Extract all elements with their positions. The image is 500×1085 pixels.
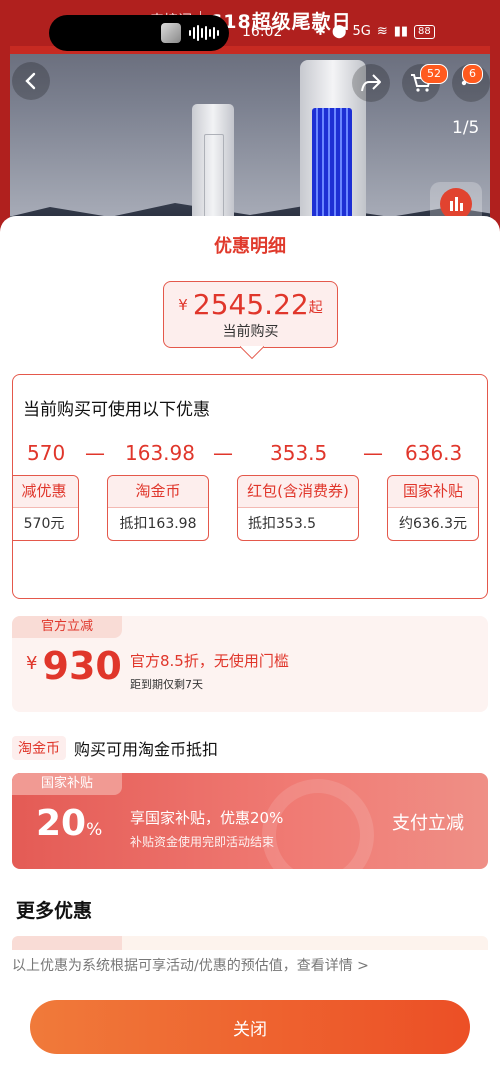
dynamic-island-media[interactable] — [49, 15, 229, 51]
back-button[interactable] — [12, 62, 50, 100]
minus-operator: — — [213, 441, 233, 465]
message-count-badge: 6 — [462, 64, 483, 84]
price-currency: ¥ — [178, 296, 188, 314]
chip-value: 抵扣163.98 — [119, 516, 197, 532]
discount-detail-sheet: 优惠明细 ¥ 2545.22起 当前购买 当前购买可使用以下优惠 570 — 1… — [0, 216, 500, 1085]
wifi-icon: ≋ — [376, 24, 388, 39]
signal-icon: ▮▮ — [393, 24, 409, 39]
status-icons: ✱ ⬤ 5G ≋ ▮▮ 88 — [315, 24, 435, 39]
chip-name: 国家补贴 — [388, 476, 478, 508]
chip-value: 抵扣353.5 — [248, 516, 317, 532]
network-label: 5G — [352, 24, 371, 39]
sheet-title: 优惠明细 — [214, 236, 286, 257]
official-value: 930 — [42, 644, 122, 688]
discount-chips-row: 减优惠 570元 淘金币 抵扣163.98 红包(含消费券) 抵扣353.5 国… — [13, 475, 487, 543]
store-discount-card-peek[interactable] — [12, 936, 488, 950]
chip-subsidy[interactable]: 国家补贴 约636.3元 — [387, 475, 479, 541]
national-subsidy-card[interactable]: 国家补贴 20% 享国家补贴，优惠20% 补贴资金使用完即活动结束 支付立减 — [12, 773, 488, 869]
chip-taojin[interactable]: 淘金币 抵扣163.98 — [107, 475, 209, 541]
chip-value: 约636.3元 — [398, 516, 468, 532]
store-discount-tag — [12, 936, 122, 950]
minus-operator: — — [363, 441, 383, 465]
status-time: 16:02 — [242, 24, 283, 40]
audio-wave-icon — [189, 25, 219, 41]
media-thumbnail — [161, 23, 181, 43]
close-button[interactable]: 关闭 — [30, 1000, 470, 1054]
subsidy-tag: 国家补贴 — [12, 773, 122, 795]
minus-operator: — — [85, 441, 105, 465]
pay-discount-button[interactable]: 支付立减 — [392, 809, 464, 835]
chip-name: 红包(含消费券) — [238, 476, 358, 508]
taojin-tag: 淘金币 — [12, 736, 66, 760]
image-pager: 1/5 — [452, 118, 480, 138]
current-price: ¥ 2545.22起 — [164, 288, 337, 321]
subsidy-note: 补贴资金使用完即活动结束 — [130, 835, 275, 849]
price-suffix: 起 — [308, 300, 323, 316]
price-value: 2545.22 — [192, 288, 309, 321]
estimate-disclaimer-link[interactable]: 以上优惠为系统根据可享活动/优惠的预估值，查看详情 > — [12, 954, 488, 975]
location-icon: ⬤ — [331, 24, 347, 39]
more-discounts-title: 更多优惠 — [16, 900, 93, 922]
official-currency: ¥ — [26, 653, 38, 674]
chip-redpacket[interactable]: 红包(含消费券) 抵扣353.5 — [237, 475, 359, 541]
chip-name: 淘金币 — [108, 476, 208, 508]
panel-heading: 当前购买可使用以下优惠 — [23, 400, 210, 420]
current-price-box: ¥ 2545.22起 当前购买 — [163, 281, 338, 348]
price-label: 当前购买 — [222, 324, 279, 340]
official-tag: 官方立减 — [12, 616, 122, 638]
chip-value: 570元 — [23, 516, 65, 532]
chip-name: 减优惠 — [13, 476, 78, 508]
subsidy-percent: 20% — [36, 803, 102, 844]
amount-redpacket: 353.5 — [270, 441, 328, 465]
chip-reduction[interactable]: 减优惠 570元 — [13, 475, 79, 541]
available-discounts-panel[interactable]: 当前购买可使用以下优惠 570 — 163.98 — 353.5 — 636.3… — [12, 374, 488, 599]
chevron-left-icon — [25, 72, 36, 90]
official-description: 官方8.5折，无使用门槛 — [130, 652, 289, 670]
price-pointer — [240, 346, 264, 362]
bluetooth-icon: ✱ — [315, 24, 326, 39]
subsidy-percent-value: 20 — [36, 803, 87, 844]
share-button[interactable] — [352, 64, 390, 102]
amount-subsidy: 636.3 — [405, 441, 463, 465]
cart-count-badge: 52 — [420, 64, 448, 84]
subsidy-percent-unit: % — [86, 820, 103, 840]
share-icon — [361, 74, 381, 92]
taojin-row[interactable]: 淘金币 购买可用淘金币抵扣 — [12, 736, 218, 760]
discount-amounts-row: 570 — 163.98 — 353.5 — 636.3 — [13, 441, 487, 471]
battery-icon: 88 — [414, 24, 435, 39]
official-amount: ¥ 930 — [26, 644, 122, 688]
amount-taojin: 163.98 — [125, 441, 195, 465]
amount-reduction: 570 — [27, 441, 66, 465]
official-expiry: 距到期仅剩7天 — [130, 678, 203, 691]
taojin-text: 购买可用淘金币抵扣 — [74, 740, 219, 759]
subsidy-description: 享国家补贴，优惠20% — [130, 809, 284, 827]
official-discount-card[interactable]: 官方立减 ¥ 930 官方8.5折，无使用门槛 距到期仅剩7天 — [12, 616, 488, 712]
